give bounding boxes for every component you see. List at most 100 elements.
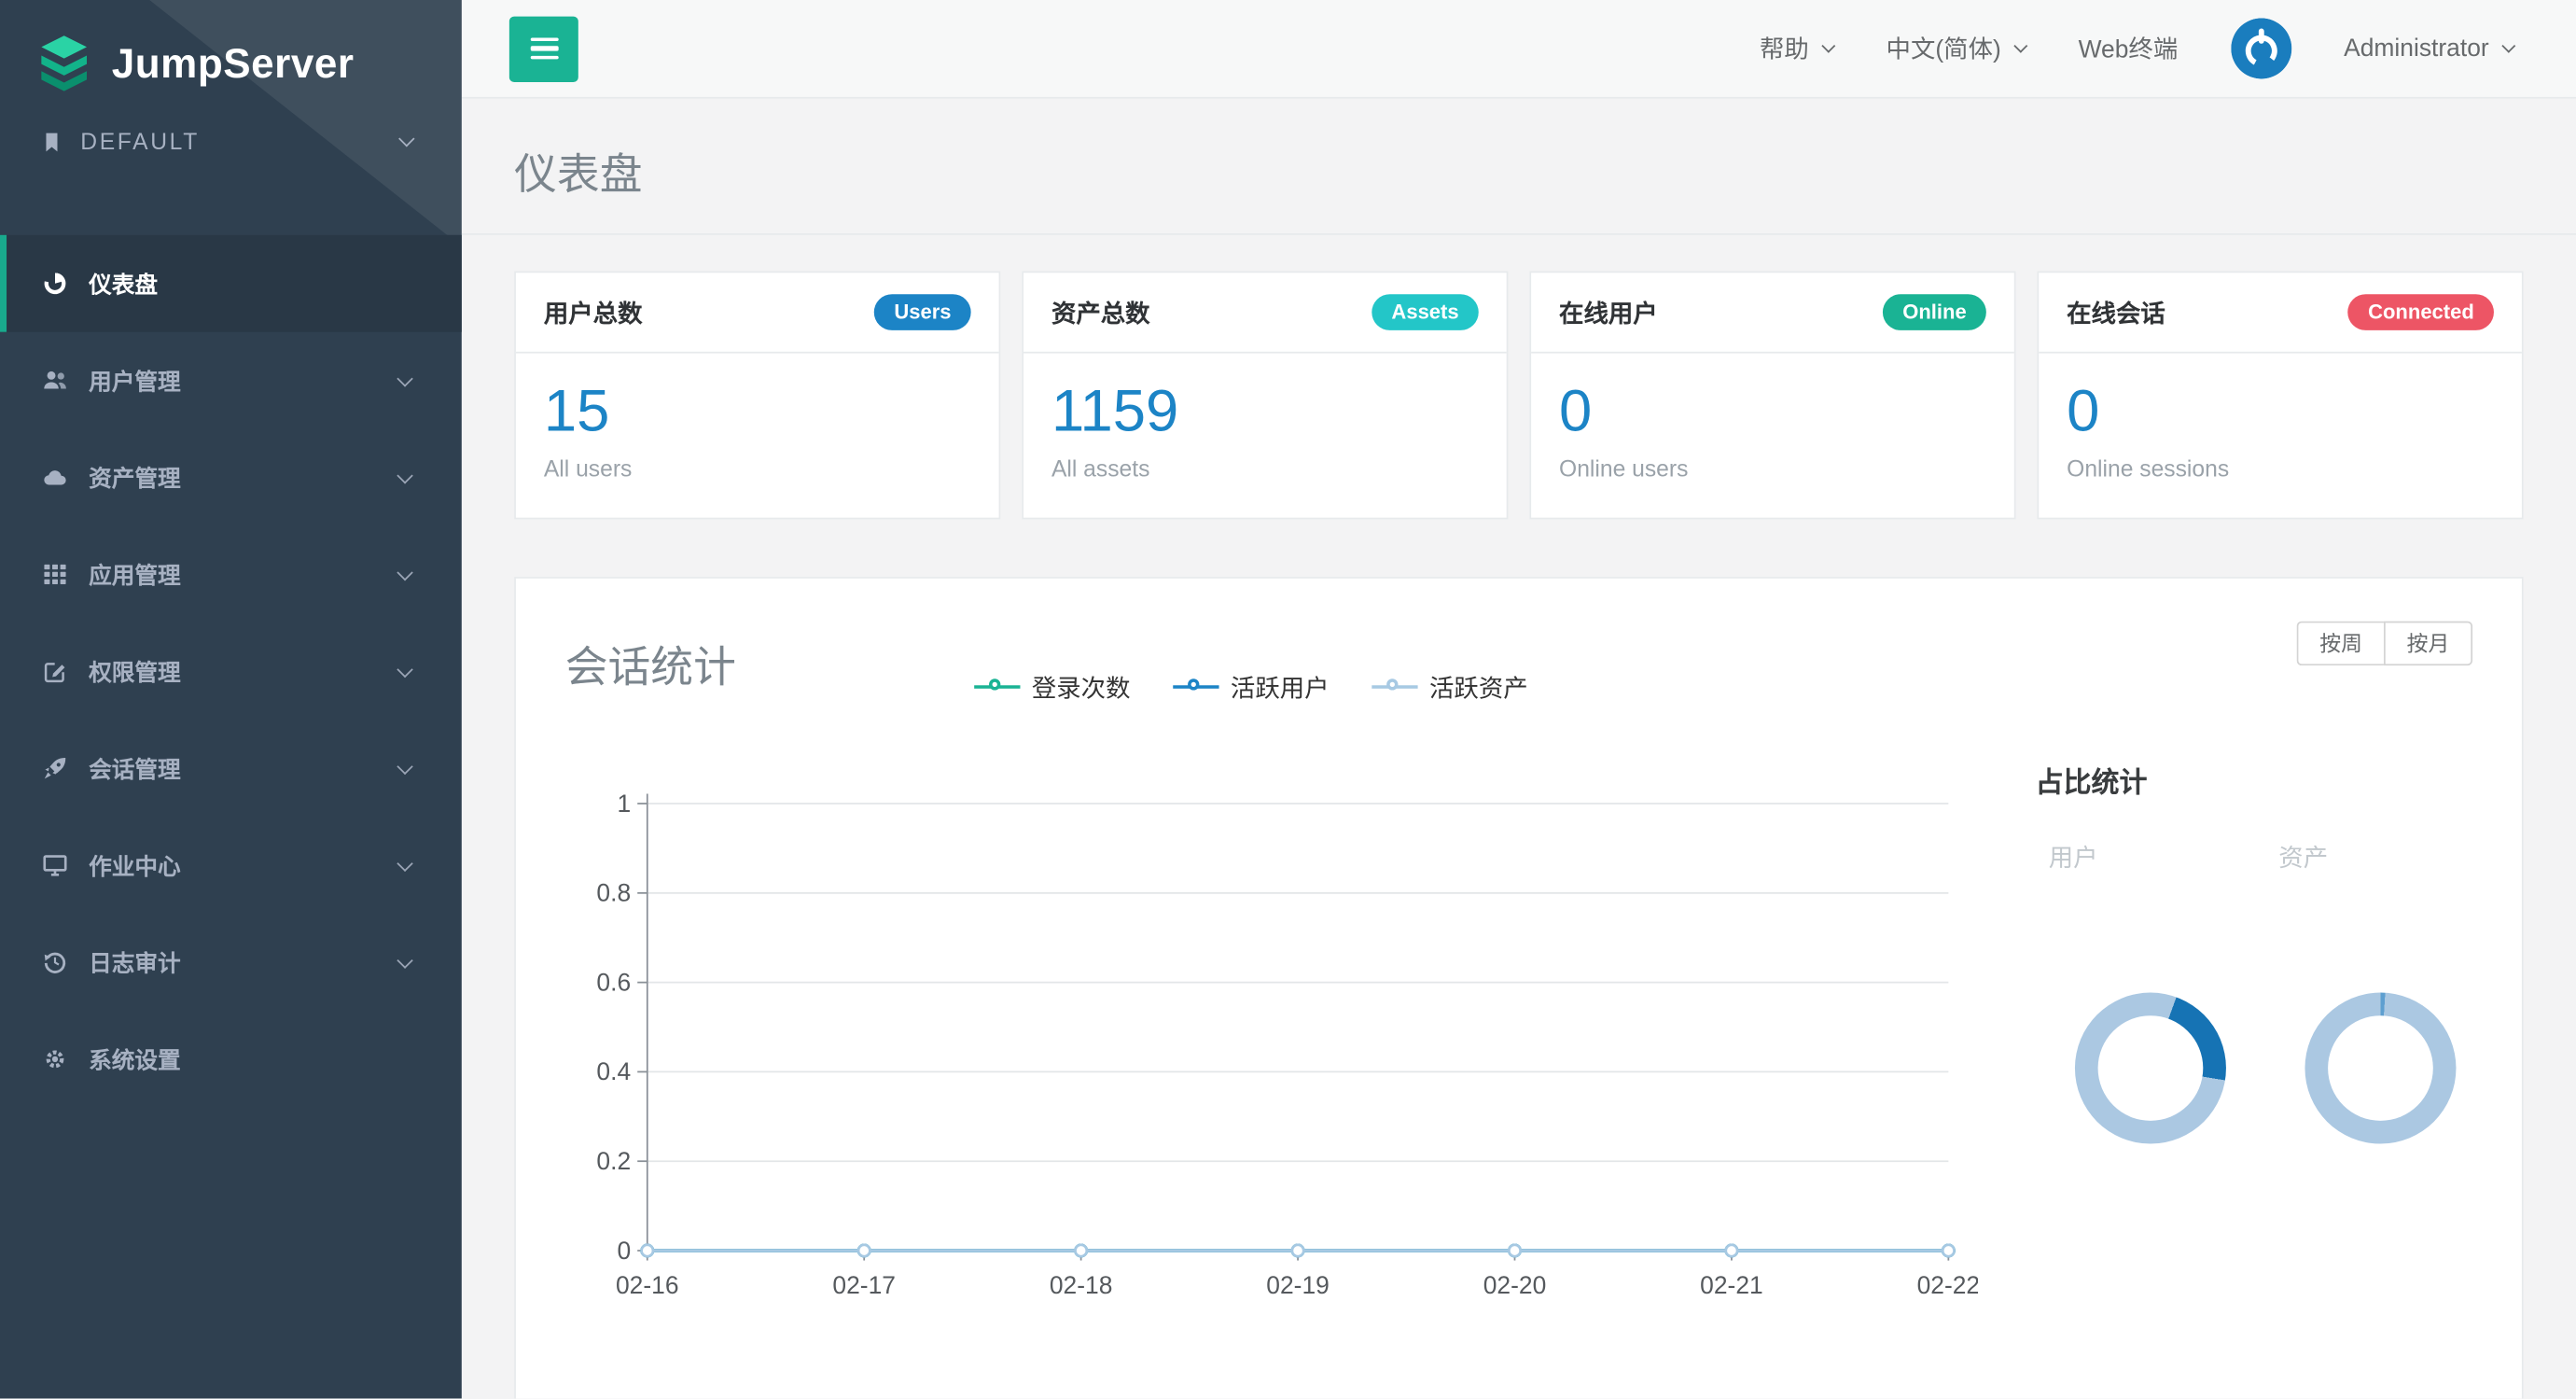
legend-label: 登录次数 — [1032, 670, 1131, 705]
topbar-right: 帮助 中文(简体) Web终端 — [1760, 18, 2513, 78]
stat-card-header: 在线用户 Online — [1531, 273, 2014, 353]
sidebar-item-applications[interactable]: 应用管理 — [0, 525, 462, 623]
chevron-down-icon — [397, 564, 412, 580]
sidebar-toggle-button[interactable] — [509, 16, 578, 81]
donut-hole — [2328, 1015, 2433, 1121]
sidebar-item-label: 会话管理 — [89, 752, 181, 785]
sessions-icon — [39, 756, 70, 780]
user-menu[interactable]: Administrator — [2344, 35, 2513, 63]
chevron-down-icon — [2013, 39, 2027, 53]
svg-text:02-20: 02-20 — [1483, 1270, 1547, 1298]
stat-card-assets[interactable]: 资产总数 Assets 1159 All assets — [1022, 272, 1508, 520]
stat-card-connected[interactable]: 在线会话 Connected 0 Online sessions — [2037, 272, 2523, 520]
sidebar-item-assets[interactable]: 资产管理 — [0, 429, 462, 526]
users-donut-column: 用户 — [2036, 839, 2266, 1143]
chart-legend: 登录次数 活跃用户 活跃资产 — [974, 670, 1527, 705]
chevron-down-icon — [398, 131, 414, 147]
proportion-section: 占比统计 用户 资产 — [2036, 759, 2496, 1143]
sidebar-item-settings[interactable]: 系统设置 — [0, 1011, 462, 1108]
permissions-icon — [39, 659, 70, 683]
legend-marker-icon — [1173, 678, 1218, 697]
sidebar-item-dashboard[interactable]: 仪表盘 — [0, 235, 462, 332]
chevron-down-icon — [397, 661, 412, 677]
language-menu[interactable]: 中文(简体) — [1887, 31, 2026, 65]
session-panel-title: 会话统计 — [565, 634, 736, 694]
chevron-down-icon — [1821, 39, 1835, 53]
week-button[interactable]: 按周 — [2297, 621, 2384, 666]
web-terminal-link[interactable]: Web终端 — [2079, 31, 2179, 65]
chevron-down-icon — [397, 467, 412, 483]
range-button-group: 按周 按月 — [2297, 621, 2472, 666]
stat-card-header: 用户总数 Users — [516, 273, 999, 353]
svg-text:02-22: 02-22 — [1917, 1270, 1978, 1298]
chevron-down-icon — [397, 758, 412, 774]
legend-label: 活跃用户 — [1231, 670, 1330, 705]
hamburger-icon — [530, 37, 558, 61]
help-label: 帮助 — [1760, 31, 1809, 65]
assets-donut-label: 资产 — [2265, 839, 2496, 874]
app-logo[interactable]: JumpServer — [0, 23, 462, 95]
svg-text:0.4: 0.4 — [596, 1057, 631, 1085]
proportion-title: 占比统计 — [2036, 759, 2496, 800]
org-selector[interactable]: DEFAULT — [0, 128, 462, 154]
sidebar-item-label: 仪表盘 — [89, 267, 158, 300]
legend-marker-icon — [1372, 678, 1417, 697]
stat-card-body: 15 All users — [516, 354, 999, 518]
sidebar-item-label: 系统设置 — [89, 1042, 181, 1075]
legend-item-0[interactable]: 登录次数 — [974, 670, 1130, 705]
stat-card-caption: Online users — [1559, 455, 1986, 481]
assets-donut-chart — [2304, 992, 2456, 1143]
legend-item-1[interactable]: 活跃用户 — [1173, 670, 1329, 705]
sidebar-item-label: 资产管理 — [89, 461, 181, 494]
stat-card-header: 资产总数 Assets — [1023, 273, 1507, 353]
stat-card-users[interactable]: 用户总数 Users 15 All users — [514, 272, 1000, 520]
status-badge: Assets — [1372, 294, 1478, 330]
stat-card-caption: All users — [544, 455, 971, 481]
stat-card-value: 1159 — [1051, 380, 1479, 442]
svg-text:02-17: 02-17 — [832, 1270, 896, 1298]
stat-card-value: 15 — [544, 380, 971, 442]
sidebar-item-label: 用户管理 — [89, 364, 181, 397]
audit-icon — [39, 950, 70, 974]
svg-text:0.8: 0.8 — [596, 878, 631, 906]
sidebar-header: JumpServer DEFAULT — [0, 0, 462, 235]
dashboard-icon — [39, 272, 70, 296]
sidebar: JumpServer DEFAULT 仪表盘 用户管理 资产管理 应用管理 权限… — [0, 0, 462, 1398]
sidebar-item-permissions[interactable]: 权限管理 — [0, 623, 462, 720]
session-line-chart: 00.20.40.60.8102-1602-1702-1802-1902-200… — [565, 777, 1978, 1320]
svg-text:02-21: 02-21 — [1700, 1270, 1763, 1298]
sidebar-item-sessions[interactable]: 会话管理 — [0, 720, 462, 817]
user-avatar[interactable] — [2231, 18, 2291, 78]
stat-card-online[interactable]: 在线用户 Online 0 Online users — [1529, 272, 2015, 520]
chevron-down-icon — [2501, 39, 2515, 53]
settings-icon — [39, 1047, 70, 1071]
chevron-down-icon — [397, 370, 412, 385]
users-donut-label: 用户 — [2036, 839, 2266, 874]
sidebar-item-label: 日志审计 — [89, 945, 181, 978]
applications-icon — [39, 562, 70, 586]
svg-text:0: 0 — [617, 1236, 631, 1264]
session-stats-panel: 会话统计 登录次数活跃用户活跃资产 按周 按月 00.20.40.60.8102… — [514, 577, 2524, 1399]
session-panel-header: 会话统计 登录次数 活跃用户 活跃资产 按周 按月 — [565, 621, 2472, 705]
sidebar-item-users[interactable]: 用户管理 — [0, 332, 462, 429]
chevron-down-icon — [397, 855, 412, 871]
stat-card-body: 0 Online users — [1531, 354, 2014, 518]
sidebar-item-label: 作业中心 — [89, 848, 181, 881]
stat-card-body: 1159 All assets — [1023, 354, 1507, 518]
status-badge: Online — [1883, 294, 1986, 330]
stat-card-value: 0 — [1559, 380, 1986, 442]
legend-item-2[interactable]: 活跃资产 — [1372, 670, 1527, 705]
stat-card-header: 在线会话 Connected — [2039, 273, 2522, 353]
svg-text:0.6: 0.6 — [596, 968, 631, 996]
stat-card-title: 资产总数 — [1051, 295, 1150, 329]
month-button[interactable]: 按月 — [2384, 621, 2472, 666]
sidebar-item-label: 应用管理 — [89, 558, 181, 591]
app-name: JumpServer — [112, 40, 355, 88]
status-badge: Connected — [2348, 294, 2494, 330]
stat-cards-row: 用户总数 Users 15 All users 资产总数 Assets 1159… — [462, 235, 2576, 519]
sidebar-item-jobs[interactable]: 作业中心 — [0, 817, 462, 914]
stat-card-value: 0 — [2067, 380, 2494, 442]
stat-card-caption: Online sessions — [2067, 455, 2494, 481]
sidebar-item-audit[interactable]: 日志审计 — [0, 914, 462, 1011]
help-menu[interactable]: 帮助 — [1760, 31, 1833, 65]
